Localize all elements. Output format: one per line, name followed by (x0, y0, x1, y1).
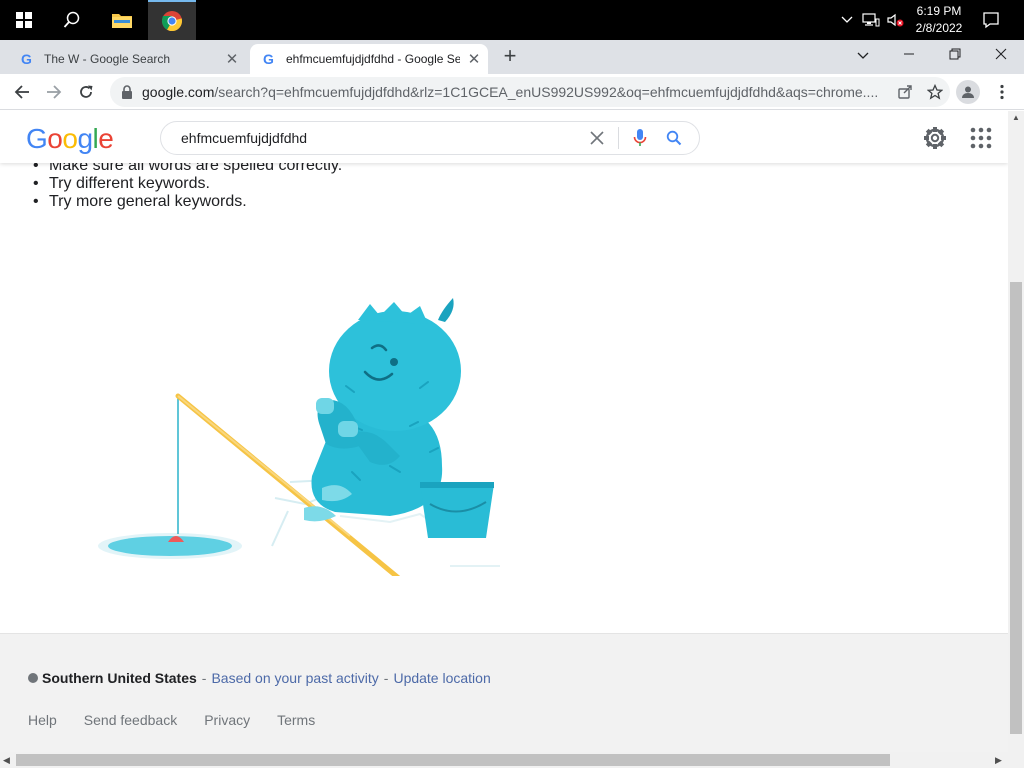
logo-letter: e (98, 123, 114, 154)
logo-letter: g (77, 123, 93, 154)
scroll-up-icon[interactable]: ▲ (1012, 113, 1020, 122)
search-tips-list: Make sure all words are spelled correctl… (33, 157, 342, 211)
tab-title: ehfmcuemfujdjdfdhd - Google Se (286, 52, 460, 66)
logo-letter: o (62, 123, 78, 154)
horizontal-scrollbar[interactable]: ◀ ▶ (0, 752, 1024, 768)
microphone-icon[interactable] (623, 121, 657, 155)
google-favicon-icon: G (21, 51, 32, 67)
search-divider (618, 127, 619, 149)
vertical-scrollbar[interactable]: ▲ (1008, 111, 1024, 752)
help-link[interactable]: Help (28, 712, 57, 728)
separator: - (201, 670, 207, 686)
search-icon[interactable] (48, 0, 96, 40)
svg-text:G: G (21, 51, 32, 67)
chrome-icon[interactable] (148, 0, 196, 40)
restore-button[interactable] (932, 40, 978, 70)
separator: - (383, 670, 389, 686)
google-logo[interactable]: Google (26, 123, 114, 155)
list-item: Try different keywords. (33, 175, 342, 193)
windows-taskbar: 6:19 PM 2/8/2022 (0, 0, 1024, 40)
reload-icon[interactable] (72, 78, 100, 106)
tab-title: The W - Google Search (44, 52, 171, 66)
search-submit-icon[interactable] (657, 121, 691, 155)
scrollbar-thumb[interactable] (1010, 282, 1022, 734)
google-apps-grid-icon[interactable] (968, 125, 994, 151)
clock-time: 6:19 PM (916, 4, 962, 18)
search-input[interactable] (181, 130, 580, 146)
fishing-yeti-illustration (98, 298, 500, 576)
send-feedback-link[interactable]: Send feedback (84, 712, 177, 728)
tab-search-icon[interactable] (840, 40, 886, 70)
close-window-button[interactable] (978, 40, 1024, 70)
location-name: Southern United States (42, 670, 197, 686)
page-viewport: Google ehfmcuemfujdjdfdhd • Make sure al… (0, 111, 1008, 752)
volume-muted-icon[interactable] (884, 0, 906, 40)
back-arrow-icon[interactable] (8, 78, 36, 106)
update-location-link[interactable]: Update location (393, 670, 490, 686)
profile-avatar-icon[interactable] (956, 80, 980, 104)
clock-date: 2/8/2022 (915, 21, 963, 35)
new-tab-button[interactable]: + (496, 42, 524, 70)
url-path: /search?q=ehfmcuemfujdjdfdhd&rlz=1C1GCEA… (214, 84, 879, 100)
logo-letter: o (47, 123, 63, 154)
google-footer: Southern United States - Based on your p… (0, 633, 1008, 752)
privacy-link[interactable]: Privacy (204, 712, 250, 728)
bookmark-star-icon[interactable] (920, 77, 950, 107)
google-header: Google (0, 111, 1008, 163)
list-item: Try more general keywords. (33, 193, 342, 211)
minimize-button[interactable] (886, 40, 932, 70)
share-icon[interactable] (890, 77, 920, 107)
forward-arrow-icon[interactable] (40, 78, 68, 106)
past-activity-link[interactable]: Based on your past activity (211, 670, 378, 686)
url-text: google.com/search?q=ehfmcuemfujdjdfdhd&r… (142, 84, 890, 100)
close-icon[interactable]: ✕ (460, 50, 488, 68)
footer-links: Help Send feedback Privacy Terms (28, 712, 342, 728)
chevron-up-icon[interactable] (836, 0, 858, 40)
svg-text:G: G (263, 51, 274, 67)
address-bar[interactable]: google.com/search?q=ehfmcuemfujdjdfdhd&r… (110, 77, 950, 107)
chrome-menu-icon[interactable] (990, 78, 1014, 106)
settings-gear-icon[interactable] (922, 125, 948, 151)
lock-icon (122, 85, 132, 99)
location-row: Southern United States - Based on your p… (28, 670, 491, 686)
network-icon[interactable] (860, 0, 882, 40)
notifications-icon[interactable] (974, 0, 1008, 40)
tab-current-search[interactable]: G ehfmcuemfujdjdfdhd - Google Se ✕ (250, 44, 488, 74)
windows-start-icon[interactable] (0, 0, 48, 40)
terms-link[interactable]: Terms (277, 712, 315, 728)
system-clock[interactable]: 6:19 PM 2/8/2022 (906, 3, 972, 37)
search-box (160, 121, 700, 155)
browser-toolbar: google.com/search?q=ehfmcuemfujdjdfdhd&r… (0, 74, 1024, 110)
logo-letter: G (26, 123, 48, 154)
scrollbar-thumb[interactable] (16, 754, 890, 766)
file-explorer-icon[interactable] (98, 0, 146, 40)
scroll-left-icon[interactable]: ◀ (3, 755, 10, 766)
google-favicon-icon: G (263, 51, 274, 67)
url-host: google.com (142, 84, 215, 100)
scroll-right-icon[interactable]: ▶ (995, 755, 1002, 766)
tab-the-w-search[interactable]: G The W - Google Search ✕ (8, 44, 246, 74)
close-icon[interactable]: ✕ (218, 50, 246, 68)
clear-search-icon[interactable] (580, 121, 614, 155)
location-dot-icon (28, 673, 38, 683)
